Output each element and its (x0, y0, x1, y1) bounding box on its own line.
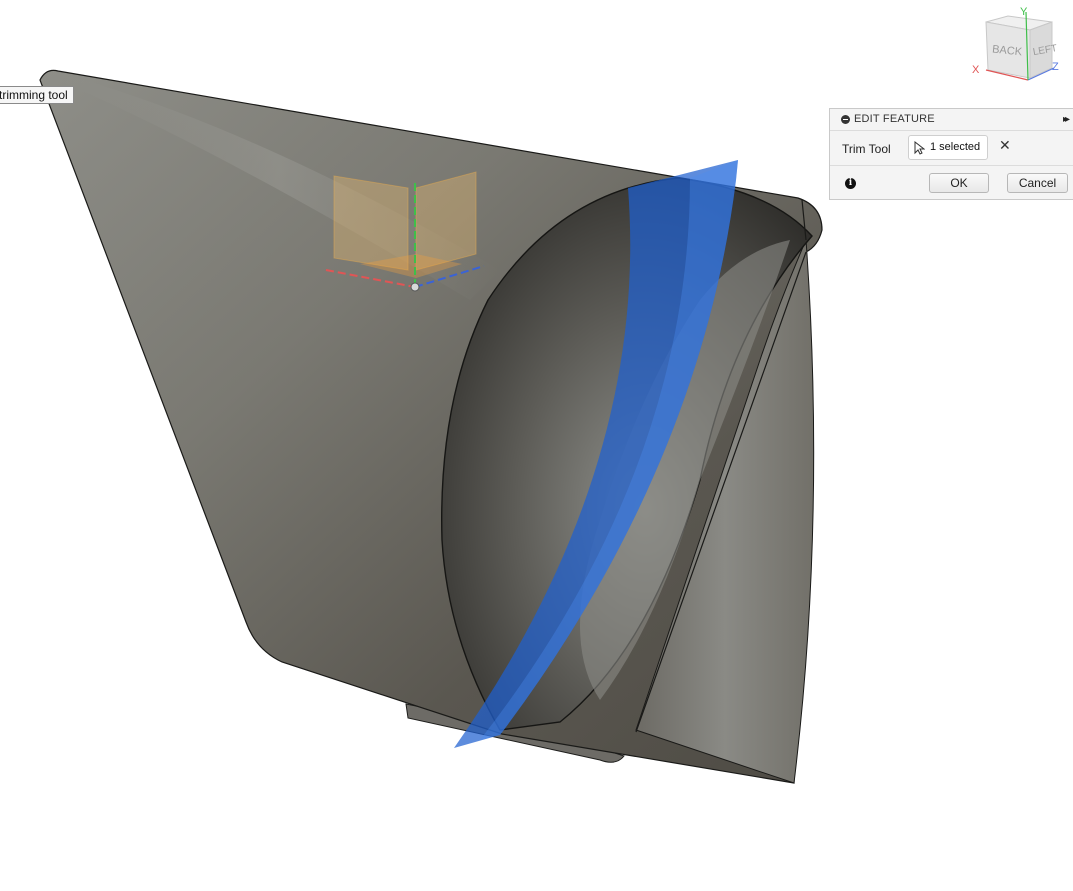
origin-plane-xy (333, 175, 409, 271)
viewcube-z-label: Z (1052, 61, 1059, 73)
selection-count: 1 selected (930, 141, 981, 153)
trim-tool-selection[interactable]: 1 selected (908, 135, 988, 160)
info-icon[interactable]: i (845, 178, 856, 189)
panel-divider (830, 165, 1073, 166)
expand-icon[interactable]: ▸▸ (1063, 114, 1070, 125)
viewcube-x-label: X (972, 64, 980, 76)
tooltip: trimming tool (0, 86, 74, 104)
edit-feature-panel: EDIT FEATURE ▸▸ Trim Tool 1 selected ✕ i… (829, 108, 1073, 200)
panel-title: EDIT FEATURE (854, 113, 935, 125)
clear-selection-icon[interactable]: ✕ (999, 138, 1011, 152)
cancel-button[interactable]: Cancel (1007, 173, 1068, 193)
origin-point (410, 282, 420, 292)
cursor-icon (914, 141, 925, 155)
viewcube[interactable]: BACK LEFT X Y Z (968, 4, 1068, 88)
trim-tool-label: Trim Tool (842, 142, 891, 156)
viewcube-y-label: Y (1020, 6, 1028, 18)
origin-plane-yz (415, 171, 477, 271)
collapse-icon[interactable] (841, 115, 850, 124)
panel-header[interactable]: EDIT FEATURE ▸▸ (830, 109, 1073, 131)
ok-button[interactable]: OK (929, 173, 989, 193)
